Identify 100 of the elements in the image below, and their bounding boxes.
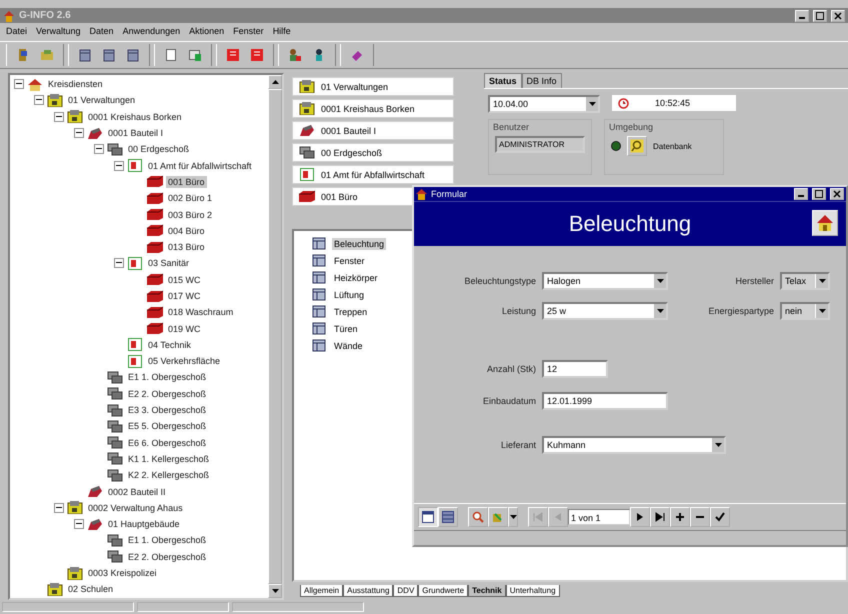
path-button[interactable]: 00 Erdgeschoß — [292, 143, 454, 162]
tree-item[interactable]: 0001 Bauteil I — [106, 127, 166, 140]
tree-item[interactable]: 02 Schulen — [66, 583, 116, 596]
menu-item[interactable]: Hilfe — [272, 26, 291, 38]
list-item[interactable]: Treppen — [332, 306, 370, 318]
list-item[interactable]: Wände — [332, 340, 365, 352]
form-heading: Beleuchtung — [568, 211, 692, 237]
tab[interactable]: Ausstattung — [343, 585, 394, 597]
search-button[interactable] — [468, 507, 488, 527]
tab[interactable]: Status — [484, 73, 522, 88]
menu-item[interactable]: Anwendungen — [122, 26, 180, 38]
first-record-button[interactable] — [528, 507, 548, 527]
tree-item[interactable]: E2 2. Obergeschoß — [126, 550, 208, 563]
tree-item[interactable]: 003 Büro 2 — [166, 208, 214, 221]
collapse-toggle[interactable] — [14, 79, 24, 90]
dropdown-button[interactable] — [508, 507, 518, 527]
collapse-toggle[interactable] — [114, 258, 124, 268]
list-item[interactable]: Lüftung — [332, 288, 366, 300]
list-item[interactable]: Beleuchtung — [332, 238, 386, 250]
collapse-toggle[interactable] — [54, 112, 64, 122]
input-field[interactable]: 12.01.1999 — [542, 392, 668, 410]
path-button[interactable]: 0001 Bauteil I — [292, 121, 454, 140]
menu-item[interactable]: Datei — [6, 26, 28, 38]
tree-item[interactable]: 03 Sanitär — [146, 257, 192, 270]
tree-item[interactable]: 0002 Bauteil II — [106, 486, 168, 498]
path-button[interactable]: 0001 Kreishaus Borken — [292, 99, 454, 118]
list-item[interactable]: Fenster — [332, 254, 367, 266]
tree-item[interactable]: K1 1. Kellergeschoß — [126, 452, 212, 465]
tree-item[interactable]: E1 1. Obergeschoß — [126, 534, 208, 546]
tab[interactable]: Technik — [468, 585, 506, 597]
form-view-button[interactable] — [418, 507, 438, 527]
tree-item[interactable]: K2 2. Kellergeschoß — [126, 469, 212, 482]
tree-item[interactable]: 01 Hauptgebäude — [106, 518, 182, 530]
dropdown[interactable]: Halogen — [542, 272, 668, 290]
tree-item[interactable]: E5 5. Obergeschoß — [126, 420, 208, 432]
user-field: ADMINISTRATOR — [495, 136, 585, 153]
collapse-toggle[interactable] — [114, 160, 124, 171]
menu-item[interactable]: Fenster — [233, 26, 264, 38]
next-record-button[interactable] — [630, 507, 650, 527]
tree-item[interactable]: 04 Technik — [146, 338, 193, 351]
menu-item[interactable]: Verwaltung — [36, 26, 81, 38]
tab[interactable]: Grundwerte — [418, 585, 468, 597]
scrollbar[interactable] — [268, 75, 282, 598]
database-button[interactable] — [627, 136, 647, 156]
tree-item[interactable]: E3 3. Obergeschoß — [126, 404, 208, 416]
home-button[interactable] — [812, 210, 838, 236]
field-label: Beleuchtungstype — [463, 276, 536, 286]
date-dropdown[interactable]: 10.04.00 — [488, 95, 600, 113]
delete-record-button[interactable] — [690, 507, 710, 527]
collapse-toggle[interactable] — [74, 128, 84, 138]
collapse-toggle[interactable] — [94, 144, 104, 154]
minimize-button[interactable] — [795, 10, 809, 22]
tree-item[interactable]: 01 Verwaltungen — [66, 94, 138, 106]
list-item[interactable]: Heizkörper — [332, 272, 380, 284]
dropdown[interactable]: Telax — [780, 272, 830, 290]
tree-item[interactable]: 0003 Kreispolizei — [86, 567, 159, 580]
tab[interactable]: DDV — [393, 585, 418, 597]
collapse-toggle[interactable] — [54, 502, 64, 513]
tree-item[interactable]: E1 1. Obergeschoß — [126, 371, 208, 384]
tree-item[interactable]: 05 Verkehrsfläche — [146, 355, 222, 368]
maximize-button[interactable] — [813, 10, 827, 22]
tree-item[interactable]: 0001 Kreishaus Borken — [86, 110, 184, 123]
tree-item[interactable]: E2 2. Obergeschoß — [126, 388, 208, 400]
collapse-toggle[interactable] — [74, 519, 84, 530]
table-view-button[interactable] — [438, 507, 458, 527]
tree-item[interactable]: 01 Amt für Abfallwirtschaft — [146, 160, 254, 172]
tab[interactable]: Unterhaltung — [506, 585, 560, 597]
last-record-button[interactable] — [650, 507, 670, 527]
add-record-button[interactable] — [670, 507, 690, 527]
tree-item[interactable]: 001 Büro — [166, 176, 207, 188]
tree-item[interactable]: 018 Waschraum — [166, 306, 236, 318]
tab[interactable]: Allgemein — [300, 585, 344, 597]
tree-item[interactable]: E6 6. Obergeschoß — [126, 436, 208, 449]
tab[interactable]: DB Info — [522, 73, 562, 88]
collapse-toggle[interactable] — [34, 95, 44, 106]
path-button[interactable]: 01 Amt für Abfallwirtschaft — [292, 165, 454, 184]
close-button[interactable] — [830, 188, 844, 200]
list-item[interactable]: Türen — [332, 322, 360, 334]
minimize-button[interactable] — [794, 188, 808, 200]
tree-item[interactable]: 017 WC — [166, 290, 203, 302]
confirm-button[interactable] — [710, 507, 730, 527]
tree-item[interactable]: 00 Erdgeschoß — [126, 143, 192, 156]
menu-item[interactable]: Daten — [90, 26, 114, 38]
tree-item[interactable]: 0002 Verwaltung Ahaus — [86, 502, 185, 514]
close-button[interactable] — [831, 10, 845, 22]
tree-item[interactable]: 004 Büro — [166, 224, 207, 237]
dropdown[interactable]: 25 w — [542, 302, 668, 320]
dropdown[interactable]: Kuhmann — [542, 436, 726, 454]
tree-item[interactable]: 019 WC — [166, 322, 203, 335]
maximize-button[interactable] — [812, 188, 826, 200]
tree-item[interactable]: Kreisdiensten — [46, 78, 105, 90]
record-field[interactable]: 1 von 1 — [568, 509, 630, 525]
tree-item[interactable]: 002 Büro 1 — [166, 192, 214, 204]
dropdown[interactable]: nein — [780, 302, 830, 320]
menu-item[interactable]: Aktionen — [189, 26, 224, 38]
tree-item[interactable]: 013 Büro — [166, 241, 207, 254]
input-field[interactable]: 12 — [542, 360, 608, 378]
previous-record-button[interactable] — [548, 507, 568, 527]
tree-item[interactable]: 015 WC — [166, 274, 203, 286]
path-button[interactable]: 01 Verwaltungen — [292, 77, 454, 96]
